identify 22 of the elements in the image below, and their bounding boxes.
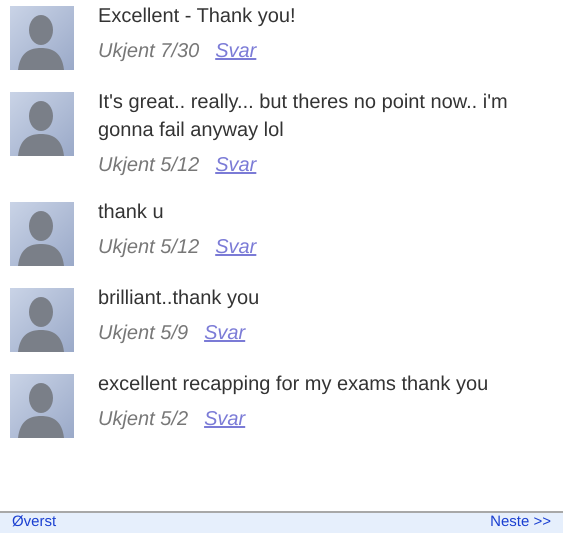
avatar-icon [10,374,74,438]
reply-link[interactable]: Svar [204,404,246,434]
avatar-icon [10,92,74,156]
comment-text: Excellent - Thank you! [98,4,297,29]
reply-link[interactable]: Svar [215,36,256,66]
comment-meta: Ukjent 5/2 [98,407,188,432]
comment-text: It's great.. really... but theres no point now.. i'm gonna fail anyway lol [98,90,509,143]
comment-meta: Ukjent 5/9 [98,321,188,346]
reply-link[interactable]: Svar [215,232,256,262]
top-link[interactable]: Øverst [12,513,56,531]
comment-meta: Ukjent 5/12 [98,153,200,178]
comment-meta: Ukjent 5/12 [98,235,200,260]
reply-link[interactable]: Svar [204,318,246,348]
avatar-icon [10,202,74,266]
next-link[interactable]: Neste >> [490,513,551,531]
avatar-icon [10,6,74,70]
reply-link[interactable]: Svar [215,150,256,180]
comment-text: brilliant..thank you [98,286,260,311]
comment-text: excellent recapping for my exams thank you [98,372,490,397]
comment-meta: Ukjent 7/30 [98,39,200,64]
comment-text: thank u [98,200,165,225]
avatar-icon [10,288,74,352]
